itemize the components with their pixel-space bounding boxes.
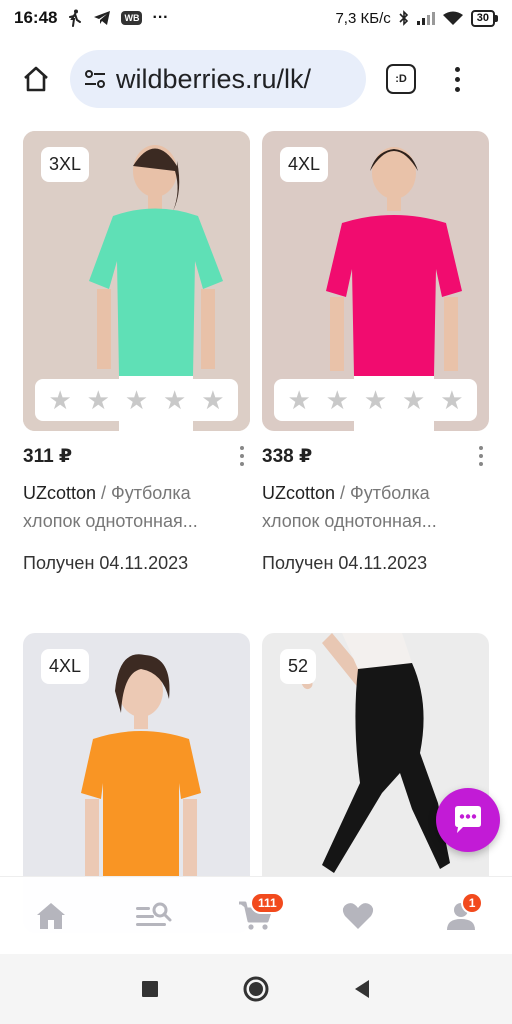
star-icon[interactable]: ★ (48, 387, 71, 413)
rating-stars[interactable]: ★ ★ ★ ★ ★ (35, 379, 238, 421)
star-icon[interactable]: ★ (287, 387, 310, 413)
product-price: 311 ₽ (23, 445, 73, 467)
network-speed: 7,3 КБ/с (335, 9, 391, 27)
profile-badge: 1 (460, 891, 484, 914)
cart-badge: 111 (249, 891, 285, 914)
more-options-icon[interactable] (240, 446, 244, 466)
star-icon[interactable]: ★ (163, 387, 186, 413)
heart-icon (343, 902, 374, 929)
chat-bubble-icon (455, 806, 481, 833)
home-icon (24, 66, 48, 92)
nav-favorites[interactable] (328, 886, 388, 946)
bottom-navigation: 111 1 (0, 876, 512, 954)
size-badge: 3XL (41, 147, 90, 182)
product-title[interactable]: UZcotton / Футболка хлопок однотонная... (262, 479, 489, 535)
size-badge: 4XL (280, 147, 329, 182)
more-options-icon[interactable] (479, 446, 483, 466)
battery-level: 30 (470, 9, 495, 27)
bluetooth-icon (399, 10, 409, 26)
square-icon (142, 981, 159, 997)
received-date: Получен 04.11.2023 (23, 553, 189, 573)
star-icon[interactable]: ★ (364, 387, 387, 413)
address-bar[interactable]: wildberries.ru/lk/ (70, 50, 366, 108)
nav-home[interactable] (21, 886, 81, 946)
home-system-button[interactable] (242, 975, 270, 1003)
signal-icon (416, 11, 435, 25)
url-text[interactable]: wildberries.ru/lk/ (116, 64, 311, 95)
telegram-icon (93, 10, 111, 26)
product-brand: UZcotton (23, 483, 97, 503)
product-title[interactable]: UZcotton / Футболка хлопок однотонная... (23, 479, 250, 535)
product-card[interactable]: 3XL ★ ★ ★ ★ ★ 311 ₽ UZcotton / Футболка … (23, 131, 250, 574)
catalog-search-icon (135, 902, 172, 926)
status-time: 16:48 (14, 8, 58, 27)
nav-cart[interactable]: 111 (226, 886, 286, 946)
tab-switcher-button[interactable]: :D (386, 64, 416, 94)
product-brand: UZcotton (262, 483, 336, 503)
size-badge: 4XL (41, 649, 90, 684)
received-date: Получен 04.11.2023 (262, 553, 428, 573)
more-notifications-icon: ··· (152, 9, 169, 26)
home-icon (37, 902, 66, 929)
system-navigation-bar (0, 954, 512, 1024)
nav-profile[interactable]: 1 (431, 886, 491, 946)
browser-toolbar: wildberries.ru/lk/ :D (0, 44, 512, 114)
rating-stars[interactable]: ★ ★ ★ ★ ★ (274, 379, 477, 421)
wb-notification-icon: WB (121, 11, 143, 25)
size-badge: 52 (280, 649, 317, 684)
back-triangle-icon (354, 980, 369, 998)
product-card[interactable]: 4XL ★ ★ ★ ★ ★ 338 ₽ UZcotton / Футболка … (262, 131, 489, 574)
star-icon[interactable]: ★ (201, 387, 224, 413)
star-icon[interactable]: ★ (87, 387, 110, 413)
back-button[interactable] (353, 979, 371, 999)
star-icon[interactable]: ★ (326, 387, 349, 413)
recents-button[interactable] (141, 980, 159, 998)
product-image[interactable]: 3XL ★ ★ ★ ★ ★ (23, 131, 250, 431)
nav-catalog-search[interactable] (124, 886, 184, 946)
chat-button[interactable] (436, 788, 500, 852)
circle-icon (243, 976, 269, 1002)
product-price: 338 ₽ (262, 445, 313, 467)
status-bar: 16:48 WB ··· 7,3 КБ/с 30 (0, 0, 512, 36)
product-image[interactable]: 4XL ★ ★ ★ ★ ★ (262, 131, 489, 431)
walking-icon (67, 9, 83, 27)
site-settings-icon[interactable] (84, 70, 106, 88)
battery-icon: 30 (470, 9, 498, 27)
browser-menu-button[interactable] (452, 66, 462, 92)
wifi-icon (442, 11, 463, 26)
home-button[interactable] (14, 57, 58, 101)
star-icon[interactable]: ★ (402, 387, 425, 413)
star-icon[interactable]: ★ (440, 387, 463, 413)
star-icon[interactable]: ★ (125, 387, 148, 413)
